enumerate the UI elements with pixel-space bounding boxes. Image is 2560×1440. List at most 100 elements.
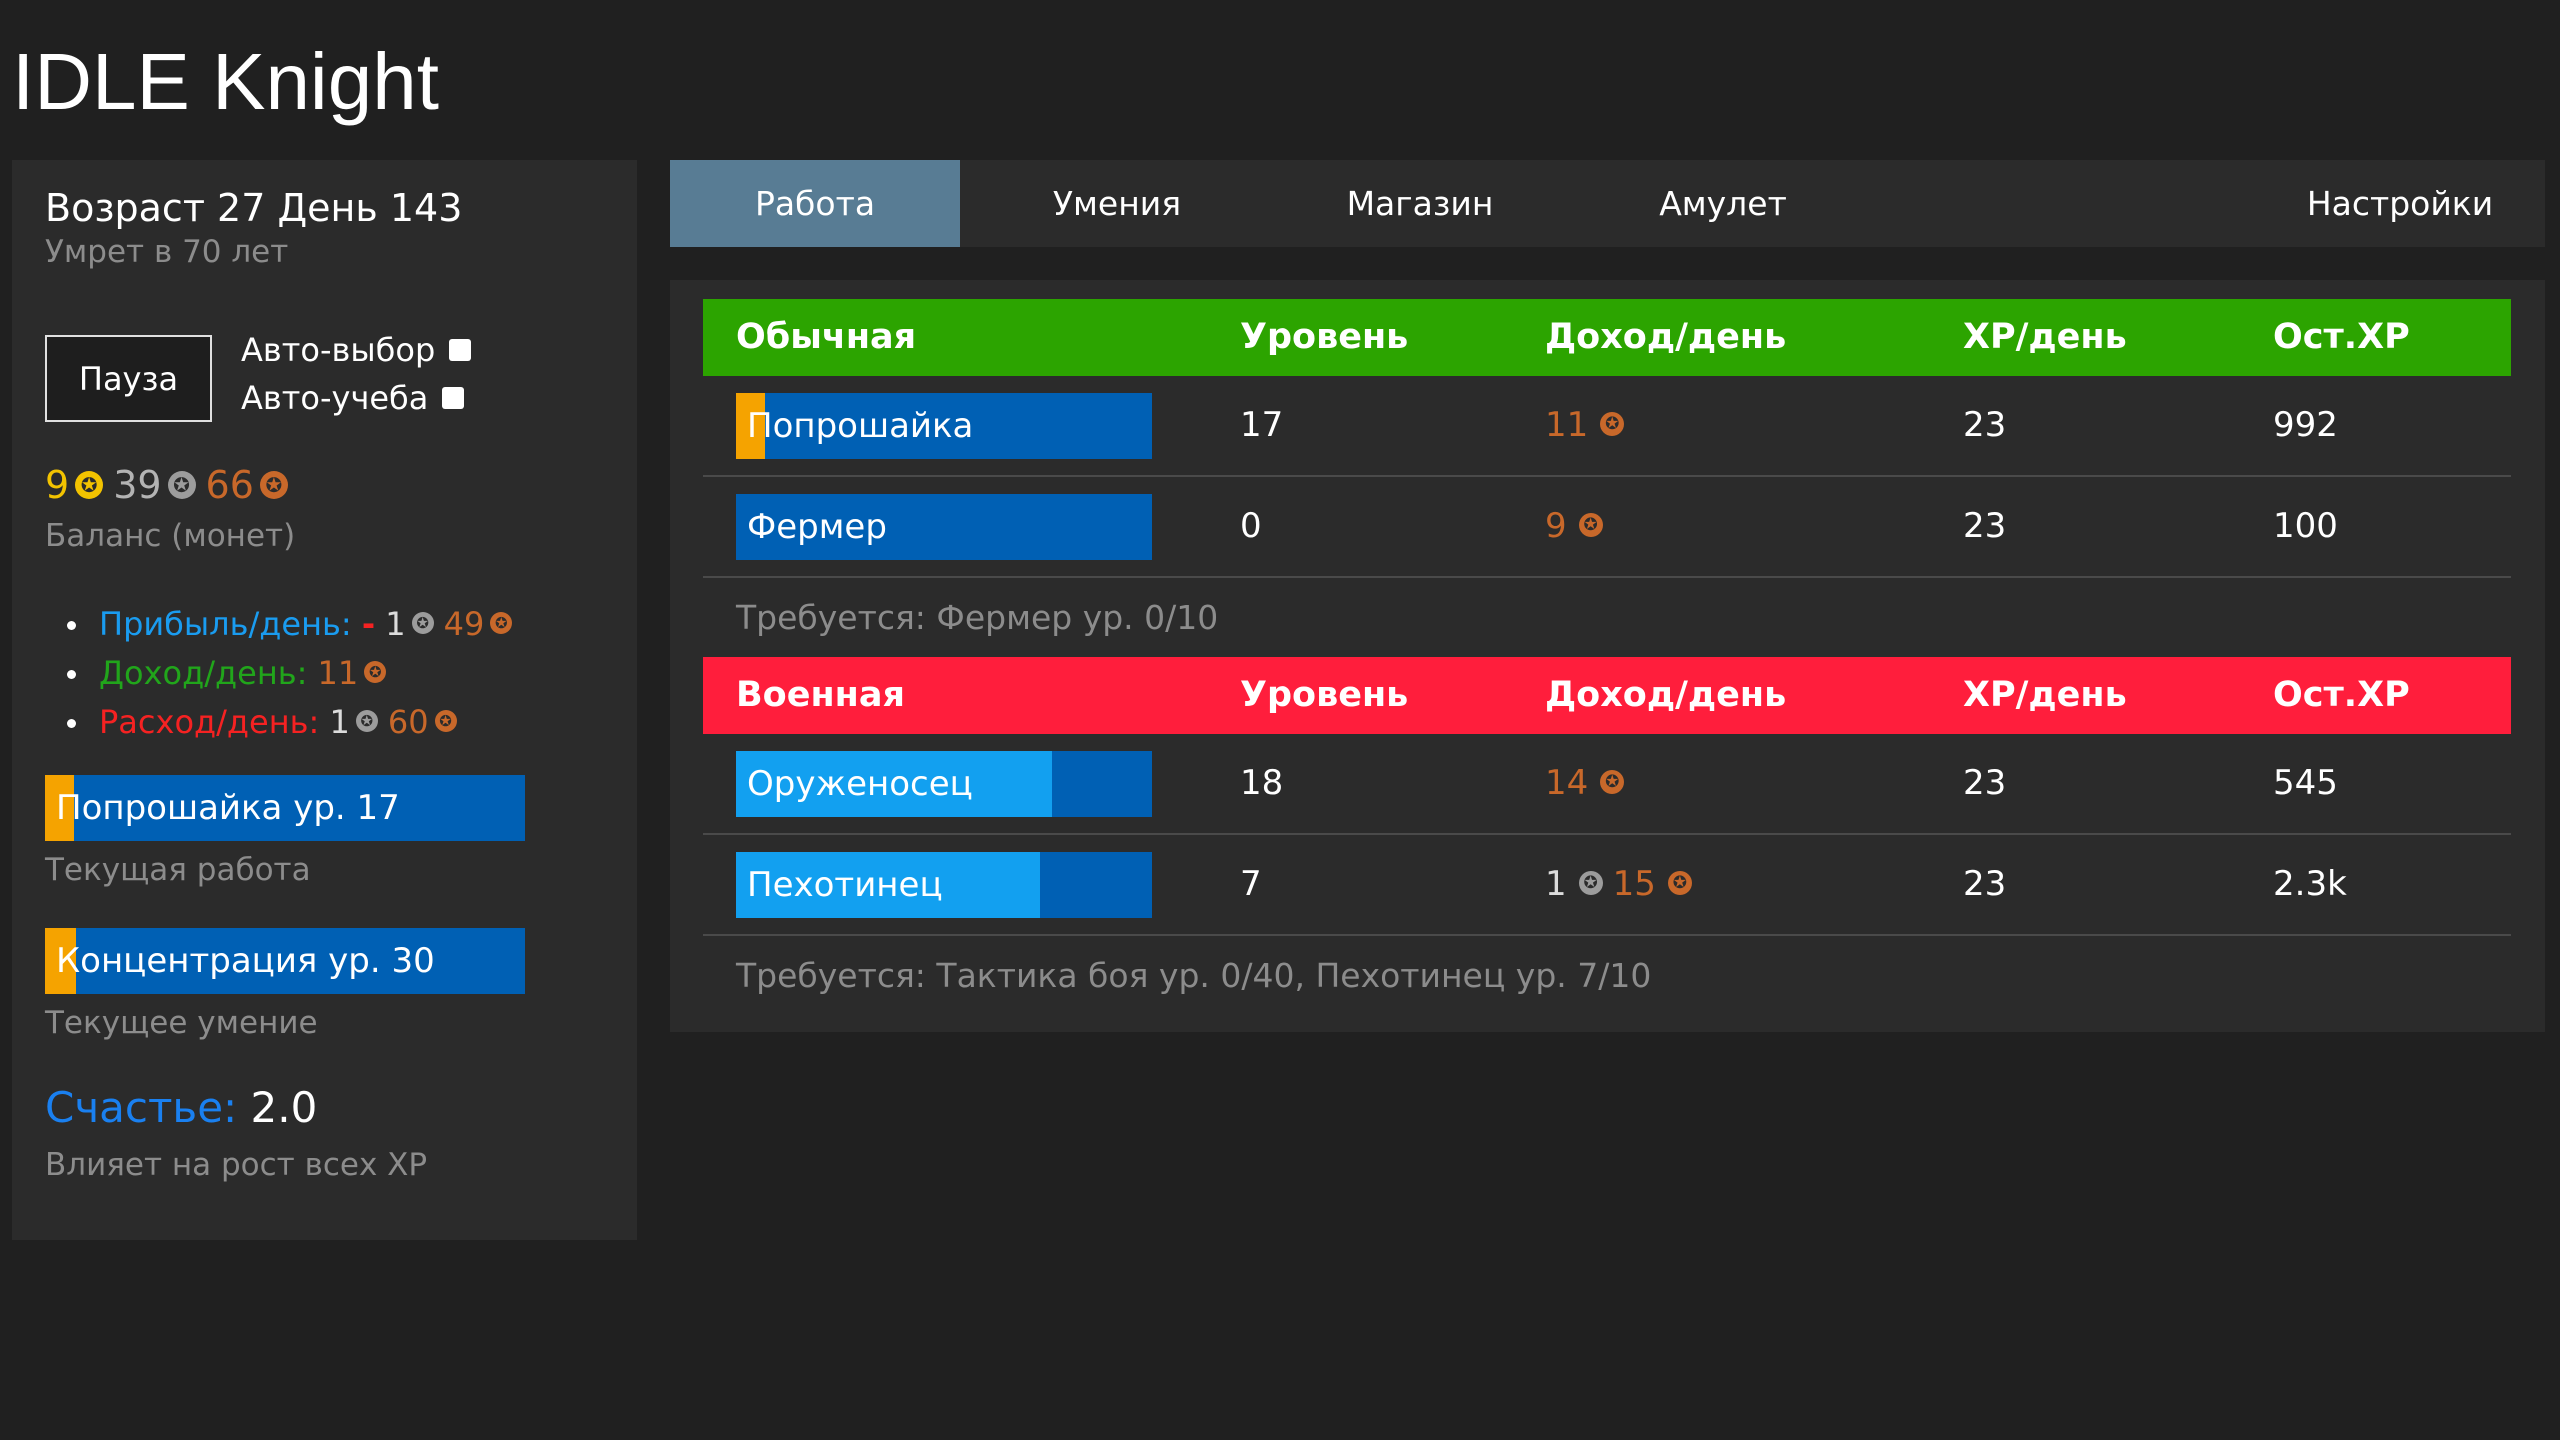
- gold-coin-icon: ✪: [75, 470, 104, 499]
- current-skill-label: Концентрация ур. 30: [56, 941, 435, 981]
- job-remaining-xp: 992: [2273, 405, 2338, 445]
- table-header: Обычная Уровень Доход/день XP/день Ост.X…: [703, 299, 2511, 376]
- silver-coin-icon: ✪: [167, 470, 196, 499]
- tab-work[interactable]: Работа: [670, 160, 960, 247]
- tab-bar: Работа Умения Магазин Амулет Настройки: [670, 160, 2545, 247]
- job-level: 0: [1240, 506, 1262, 546]
- happiness-value: 2.0: [250, 1083, 318, 1132]
- current-job-label: Попрошайка ур. 17: [56, 788, 400, 828]
- job-name: Пехотинец: [747, 865, 943, 905]
- income-copper: 11: [1545, 405, 1589, 445]
- job-income: 11 ✪: [1545, 376, 1634, 475]
- current-skill-progress: Концентрация ур. 30: [45, 928, 525, 994]
- jobs-panel: Обычная Уровень Доход/день XP/день Ост.X…: [670, 280, 2545, 1032]
- jobs-table-common: Обычная Уровень Доход/день XP/день Ост.X…: [703, 299, 2511, 655]
- silver-amount: 39: [113, 463, 162, 507]
- job-xp: 23: [1963, 864, 2007, 904]
- copper-amount: 66: [205, 463, 254, 507]
- job-progress-button[interactable]: Попрошайка: [736, 393, 1152, 459]
- app-title: IDLE Knight: [12, 37, 439, 126]
- table-header: Военная Уровень Доход/день XP/день Ост.X…: [703, 657, 2511, 734]
- job-xp: 23: [1963, 506, 2007, 546]
- sidebar: Возраст 27 День 143 Умрет в 70 лет Пауза…: [12, 160, 637, 1240]
- profit-label: Прибыль/день:: [99, 605, 352, 643]
- job-xp: 23: [1963, 763, 2007, 803]
- death-age-note: Умрет в 70 лет: [45, 234, 289, 270]
- tab-amulet[interactable]: Амулет: [1578, 160, 1868, 247]
- job-name: Фермер: [747, 507, 887, 547]
- income-copper: 14: [1545, 763, 1589, 803]
- silver-coin-icon: ✪: [1578, 870, 1603, 895]
- requirement-note: Требуется: Тактика боя ур. 0/40, Пехотин…: [736, 956, 1652, 995]
- expense-label: Расход/день:: [99, 703, 320, 741]
- job-name: Попрошайка: [747, 406, 974, 446]
- current-job-progress: Попрошайка ур. 17: [45, 775, 525, 841]
- table-row: Фермер 0 9 ✪ 23 100: [703, 477, 2511, 578]
- copper-coin-icon: ✪: [490, 612, 513, 634]
- profit-silver: 1: [385, 605, 406, 643]
- copper-coin-icon: ✪: [259, 470, 288, 499]
- profit-copper: 49: [443, 605, 485, 643]
- current-job-caption: Текущая работа: [45, 852, 311, 888]
- job-remaining-xp: 545: [2273, 763, 2338, 803]
- income-copper: 11: [317, 654, 359, 692]
- current-skill-caption: Текущее умение: [45, 1005, 318, 1041]
- requirement-note: Требуется: Фермер ур. 0/10: [736, 598, 1219, 637]
- copper-coin-icon: ✪: [1667, 870, 1692, 895]
- job-level: 7: [1240, 864, 1262, 904]
- job-progress-button[interactable]: Оруженосец: [736, 751, 1152, 817]
- col-level: Уровень: [1240, 675, 1409, 715]
- job-income: 9 ✪: [1545, 477, 1613, 576]
- col-remaining-xp: Ост.XP: [2273, 317, 2410, 357]
- copper-coin-icon: ✪: [364, 661, 387, 683]
- copper-coin-icon: ✪: [1578, 512, 1603, 537]
- job-progress-button[interactable]: Пехотинец: [736, 852, 1152, 918]
- table-row: Пехотинец 7 1 ✪ 15 ✪ 23 2.3k: [703, 835, 2511, 936]
- col-level: Уровень: [1240, 317, 1409, 357]
- balance-coins: 9 ✪ 39 ✪ 66 ✪: [45, 460, 298, 510]
- income-copper: 15: [1612, 864, 1656, 904]
- expense-copper: 60: [387, 703, 429, 741]
- pause-button[interactable]: Пауза: [45, 335, 212, 422]
- income-stat: Доход/день: 11 ✪: [67, 649, 522, 698]
- job-remaining-xp: 100: [2273, 506, 2338, 546]
- job-progress-button[interactable]: Фермер: [736, 494, 1152, 560]
- income-silver: 1: [1545, 864, 1567, 904]
- jobs-table-military: Военная Уровень Доход/день XP/день Ост.X…: [703, 657, 2511, 1013]
- auto-pick-label: Авто-выбор: [241, 331, 436, 369]
- job-level: 18: [1240, 763, 1284, 803]
- silver-coin-icon: ✪: [355, 710, 378, 732]
- profit-sign: -: [361, 605, 376, 643]
- auto-pick-checkbox[interactable]: [449, 339, 472, 361]
- income-label: Доход/день:: [99, 654, 308, 692]
- happiness-key: Счастье:: [45, 1083, 238, 1132]
- job-income: 1 ✪ 15 ✪: [1545, 835, 1702, 934]
- job-name: Оруженосец: [747, 764, 973, 804]
- tab-skills[interactable]: Умения: [972, 160, 1262, 247]
- copper-coin-icon: ✪: [434, 710, 457, 732]
- table-row: Попрошайка 17 11 ✪ 23 992: [703, 376, 2511, 477]
- daily-stats: Прибыль/день: - 1 ✪ 49 ✪ Доход/день: 11 ✪ Ра…: [67, 600, 522, 747]
- col-income: Доход/день: [1545, 317, 1787, 357]
- expense-stat: Расход/день: 1 ✪ 60 ✪: [67, 698, 522, 747]
- auto-pick-option[interactable]: Авто-выбор: [241, 331, 472, 369]
- tab-shop[interactable]: Магазин: [1275, 160, 1565, 247]
- col-income: Доход/день: [1545, 675, 1787, 715]
- happiness-caption: Влияет на рост всех XP: [45, 1147, 428, 1183]
- category-name: Военная: [736, 675, 905, 715]
- profit-stat: Прибыль/день: - 1 ✪ 49 ✪: [67, 600, 522, 649]
- copper-coin-icon: ✪: [1600, 769, 1625, 794]
- auto-learn-checkbox[interactable]: [442, 387, 465, 409]
- col-xp: XP/день: [1963, 675, 2127, 715]
- expense-silver: 1: [329, 703, 350, 741]
- auto-learn-label: Авто-учеба: [241, 379, 429, 417]
- tab-settings[interactable]: Настройки: [2255, 160, 2545, 247]
- income-copper: 9: [1545, 506, 1567, 546]
- job-income: 14 ✪: [1545, 734, 1634, 833]
- auto-learn-option[interactable]: Авто-учеба: [241, 379, 465, 417]
- category-name: Обычная: [736, 317, 917, 357]
- silver-coin-icon: ✪: [411, 612, 434, 634]
- job-remaining-xp: 2.3k: [2273, 864, 2347, 904]
- col-xp: XP/день: [1963, 317, 2127, 357]
- table-row: Оруженосец 18 14 ✪ 23 545: [703, 734, 2511, 835]
